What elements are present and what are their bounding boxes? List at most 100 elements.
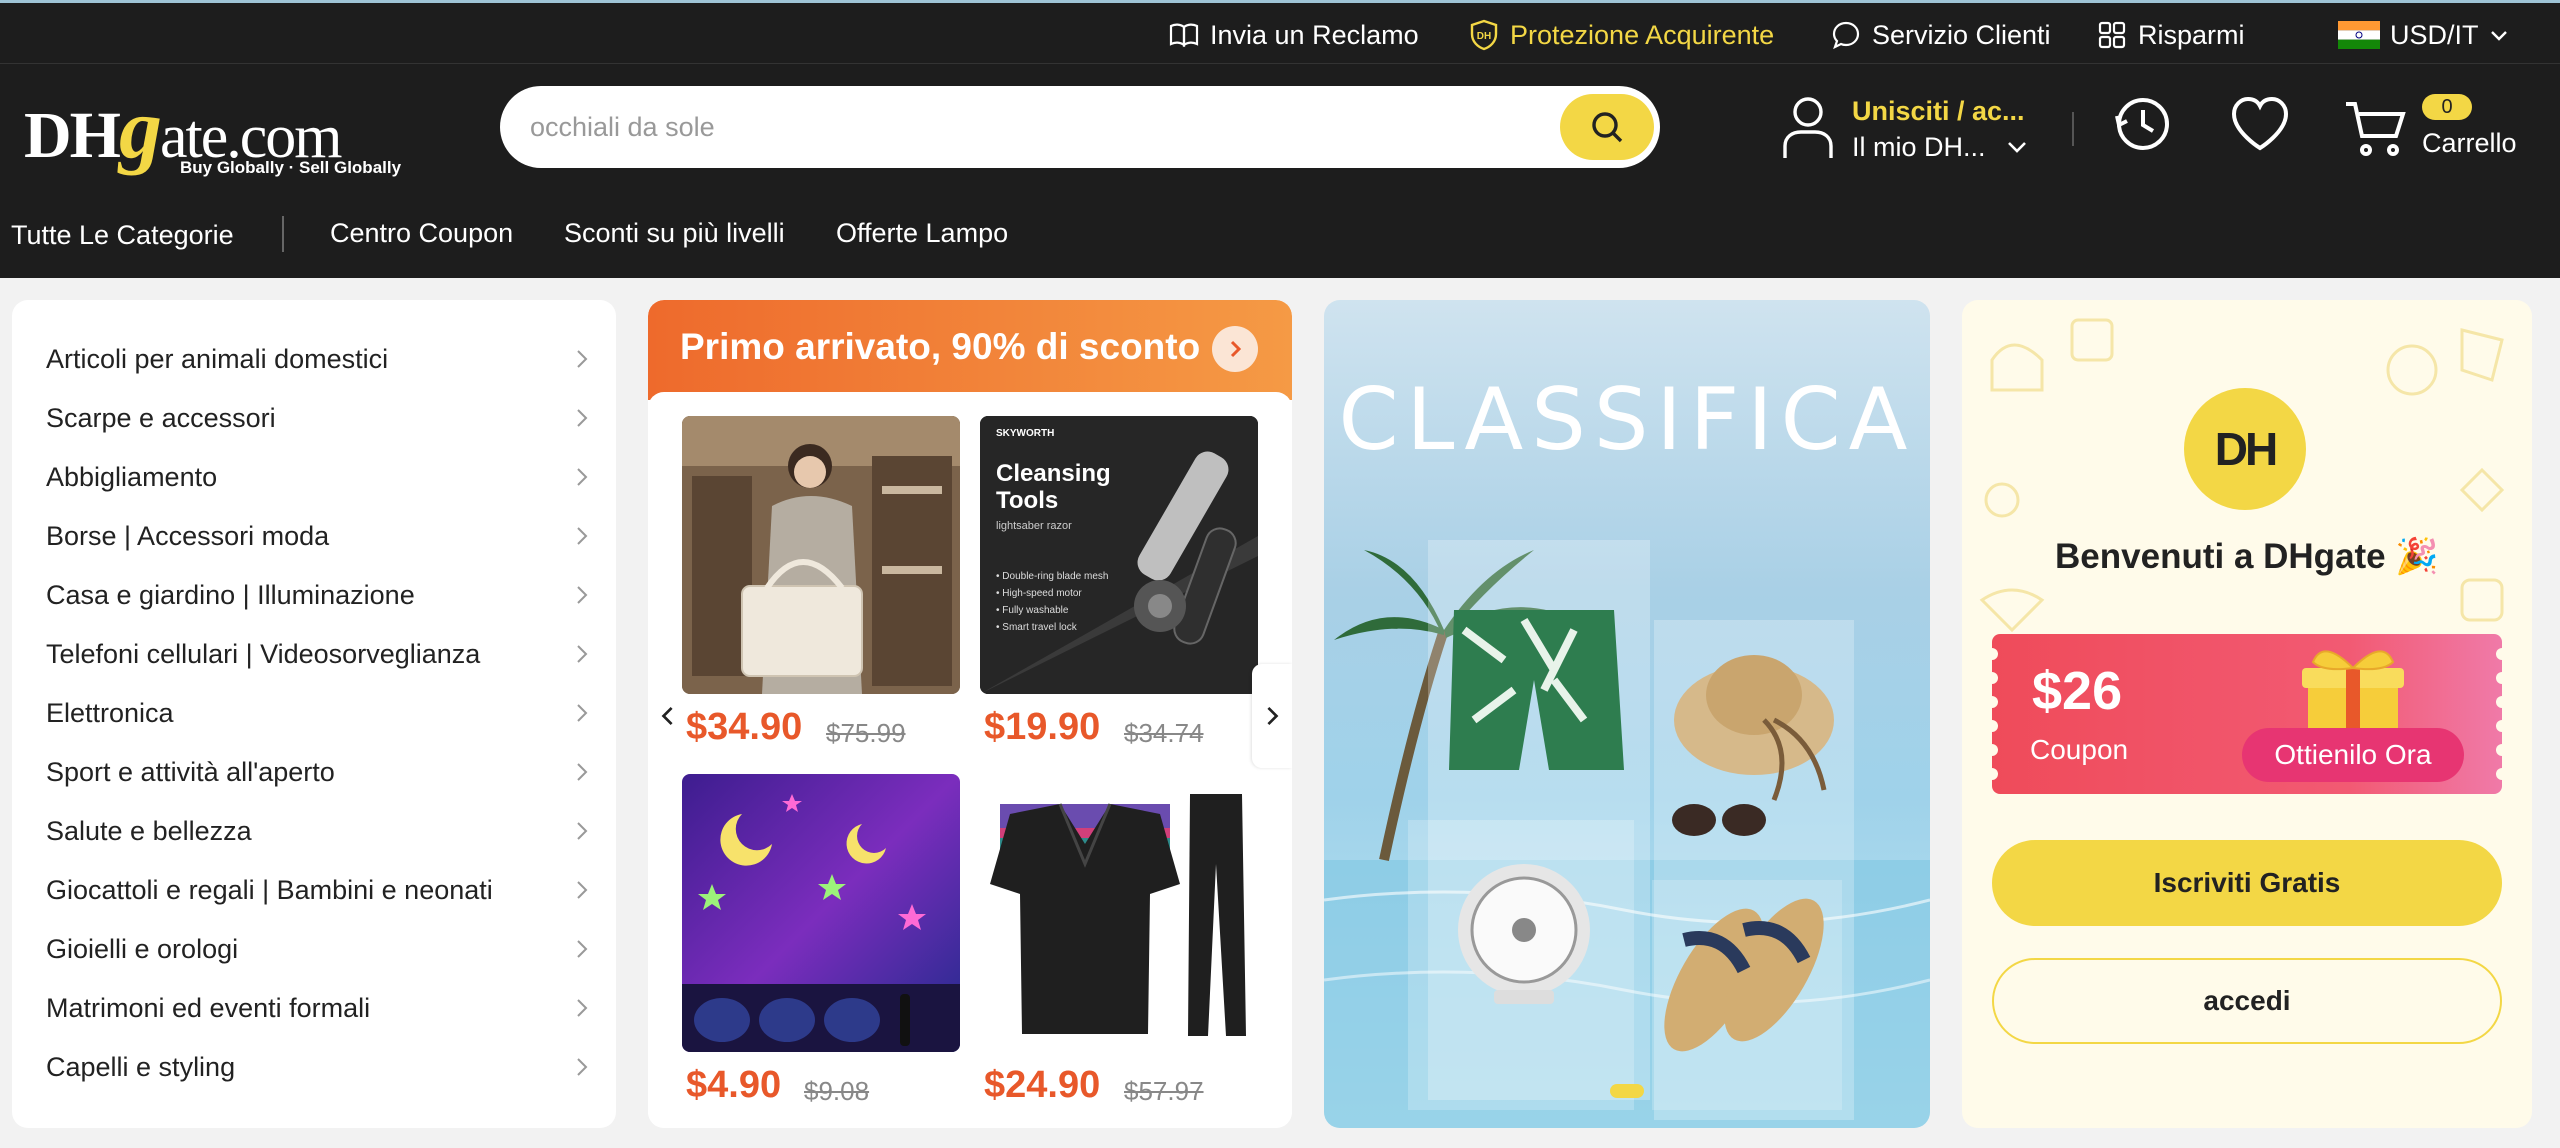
history-icon[interactable] [2110,92,2174,156]
cart-button[interactable]: 0 Carrello [2344,94,2534,174]
buyer-protection-link[interactable]: DH Protezione Acquirente [1468,17,1774,53]
coupon-card[interactable]: $26 Coupon Ottienilo Ora [1992,634,2502,794]
product-card[interactable]: SKYWORTH Cleansing Tools lightsaber razo… [980,416,1258,748]
flash-deals-panel: Primo arrivato, 90% di sconto $34.90 $75… [648,300,1292,1128]
category-item[interactable]: Casa e giardino | Illuminazione [12,566,616,625]
category-label: Giocattoli e regali | Bambini e neonati [46,875,493,905]
cart-count-badge: 0 [2422,94,2472,120]
logo-tagline: Buy Globally · Sell Globally [180,158,402,177]
product-image-handbag [682,416,960,694]
chevron-right-icon [577,350,588,368]
gift-box-icon [2302,650,2404,736]
chevron-down-icon [2008,142,2026,153]
ranking-banner[interactable]: CLASSIFICA [1324,300,1930,1128]
flash-deals-title: Primo arrivato, 90% di sconto [680,326,1201,367]
category-item[interactable]: Articoli per animali domestici [12,330,616,389]
complaint-link[interactable]: Invia un Reclamo [1168,17,1419,53]
shaver-feature: Double-ring blade mesh [1002,571,1109,582]
heart-icon[interactable] [2228,92,2292,156]
svg-text:DH: DH [1477,31,1491,42]
carousel-indicator[interactable] [1610,1084,1644,1098]
search-input[interactable] [530,102,1530,152]
shaver-feature: Smart travel lock [1002,622,1077,633]
customer-service-link[interactable]: Servizio Clienti [1830,17,2051,53]
chat-bubble-icon [1832,21,1860,50]
coupon-label: Coupon [2030,734,2129,765]
product-price: $24.90 [984,1064,1101,1106]
product-card[interactable]: $24.90 $57.97 [980,774,1258,1106]
welcome-title: Benvenuti a DHgate 🎉 [2055,537,2439,576]
category-label: Capelli e styling [46,1052,236,1082]
all-categories-link[interactable]: Tutte Le Categorie [11,220,234,251]
banner-title: CLASSIFICA [1338,370,1916,470]
category-item[interactable]: Scarpe e accessori [12,389,616,448]
chevron-right-icon [577,645,588,663]
shaver-illustration [980,416,1258,694]
carousel-next-button[interactable] [1252,664,1292,768]
nav-flash-deals[interactable]: Offerte Lampo [836,218,1008,249]
chevron-right-icon [577,822,588,840]
category-item[interactable]: Capelli e styling [12,1038,616,1097]
flash-deals-more-button[interactable] [1212,326,1258,372]
category-item[interactable]: Abbigliamento [12,448,616,507]
category-item[interactable]: Sport e attività all'aperto [12,743,616,802]
category-item[interactable]: Matrimoni ed eventi formali [12,979,616,1038]
category-label: Casa e giardino | Illuminazione [46,580,415,610]
shaver-feature: High-speed motor [1002,588,1082,599]
header-divider [2072,112,2074,146]
chevron-left-icon [661,706,673,726]
flash-deals-grid: $34.90 $75.99 SKYWORTH Cleansing Tools l… [648,392,1292,1128]
nav-divider [282,216,284,252]
category-item[interactable]: Borse | Accessori moda [12,507,616,566]
savings-link[interactable]: Risparmi [2096,17,2245,53]
category-item[interactable]: Giocattoli e regali | Bambini e neonati [12,861,616,920]
category-item[interactable]: Salute e bellezza [12,802,616,861]
category-label: Matrimoni ed eventi formali [46,993,371,1023]
category-label: Telefoni cellulari | Videosorveglianza [46,639,481,669]
category-label: Salute e bellezza [46,816,252,846]
category-item[interactable]: Telefoni cellulari | Videosorveglianza [12,625,616,684]
chevron-right-icon [577,940,588,958]
complaint-label: Invia un Reclamo [1210,19,1419,50]
category-item[interactable]: Elettronica [12,684,616,743]
chevron-right-icon [577,1058,588,1076]
category-label: Articoli per animali domestici [46,344,389,374]
india-flag-icon [2338,21,2380,49]
get-coupon-button[interactable]: Ottienilo Ora [2242,728,2464,782]
buyer-protection-label: Protezione Acquirente [1510,19,1775,50]
currency-label: USD/IT [2390,19,2479,50]
login-button[interactable]: accedi [1992,958,2502,1044]
cart-icon [2346,102,2406,156]
nav-tiered-discounts[interactable]: Sconti su più livelli [564,218,785,249]
welcome-panel: DH Benvenuti a DHgate 🎉 $26 Coupon Ottie… [1962,300,2532,1128]
product-image-star-projector [682,774,960,1052]
chevron-right-icon [577,409,588,427]
product-price: $34.90 [686,706,803,748]
dhgate-logo[interactable]: DHgate.com Buy Globally · Sell Globally [24,78,401,178]
nav-coupon-center[interactable]: Centro Coupon [330,218,513,249]
coupon-amount: $26 [2032,661,2123,721]
book-icon [1169,23,1199,48]
search-button[interactable] [1560,94,1654,160]
account-my-dh-label: Il mio DH... [1852,132,1986,162]
category-item[interactable]: Gioielli e orologi [12,920,616,979]
product-card[interactable]: $34.90 $75.99 [682,416,960,748]
product-original-price: $75.99 [826,718,906,748]
category-label: Scarpe e accessori [46,403,276,433]
flash-deals-header[interactable]: Primo arrivato, 90% di sconto [648,300,1292,400]
chevron-right-icon [1230,340,1242,358]
chevron-right-icon [577,881,588,899]
join-free-button[interactable]: Iscriviti Gratis [1992,840,2502,926]
account-menu[interactable]: Unisciti / ac... Il mio DH... [1780,94,2060,168]
shaver-title-text: Cleansing Tools [996,460,1111,514]
chevron-right-icon [1267,706,1279,726]
handbag-illustration [682,416,960,694]
product-card[interactable]: $4.90 $9.08 [682,774,960,1106]
chevron-down-icon [2490,31,2507,41]
carousel-prev-button[interactable] [648,664,688,768]
product-price: $4.90 [686,1064,782,1106]
currency-selector[interactable]: USD/IT [2338,17,2509,53]
search-icon [1592,112,1623,143]
grid-icon [2098,21,2126,49]
product-original-price: $57.97 [1124,1076,1204,1106]
